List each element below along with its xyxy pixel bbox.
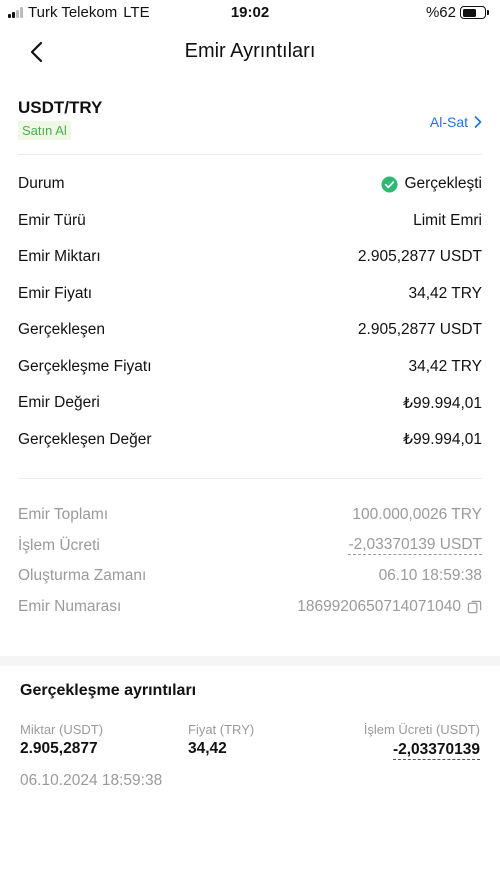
- fills-title: Gerçekleşme ayrıntıları: [20, 682, 197, 699]
- detail-label: Emir Değeri: [18, 394, 100, 412]
- pair-header: USDT/TRY Satın Al Al-Sat: [18, 98, 482, 146]
- detail-label: Gerçekleşen: [18, 321, 106, 339]
- detail-value: 2.905,2877 USDT: [357, 248, 482, 266]
- summary-label: Emir Numarası: [18, 597, 122, 615]
- status-bar-right: %62: [425, 4, 489, 21]
- check-circle-icon: [381, 176, 398, 193]
- detail-row: Emir Türü Limit Emri: [18, 203, 482, 240]
- detail-row: Emir Değeri ₺99.994,01: [18, 385, 482, 422]
- copy-icon[interactable]: [467, 599, 482, 614]
- status-bar: Turk Telekom LTE 19:02 %62: [0, 0, 500, 28]
- summary-row: Emir Numarası 1869920650714071040: [18, 592, 482, 623]
- divider: [18, 478, 482, 479]
- fee-value[interactable]: -2,03370139 USDT: [348, 536, 482, 556]
- detail-label: Emir Fiyatı: [18, 284, 93, 302]
- summary-row: Oluşturma Zamanı 06.10 18:59:38: [18, 561, 482, 592]
- detail-row-status: Durum Gerçekleşti: [18, 166, 482, 203]
- detail-label: Gerçekleşme Fiyatı: [18, 357, 152, 375]
- nav-bar: Emir Ayrıntıları: [0, 30, 500, 74]
- order-details: Durum Gerçekleşti Emir Türü Limit Emri E…: [18, 166, 482, 458]
- page-title: Emir Ayrıntıları: [184, 40, 316, 62]
- detail-row: Gerçekleşen Değer ₺99.994,01: [18, 422, 482, 459]
- detail-row: Gerçekleşme Fiyatı 34,42 TRY: [18, 349, 482, 386]
- summary-value: 06.10 18:59:38: [378, 567, 482, 585]
- fills-header-price: Fiyat (TRY): [188, 722, 255, 737]
- detail-label: Emir Türü: [18, 211, 86, 229]
- detail-value: ₺99.994,01: [403, 394, 482, 412]
- battery-icon: [460, 6, 489, 19]
- fills-header: Miktar (USDT) Fiyat (TRY) İşlem Ücreti (…: [20, 722, 480, 740]
- battery-level: [462, 8, 476, 17]
- fill-date: 06.10.2024 18:59:38: [20, 772, 163, 789]
- order-number-value: 1869920650714071040: [297, 597, 461, 615]
- summary-label: İşlem Ücreti: [18, 536, 100, 554]
- detail-label: Durum: [18, 175, 65, 193]
- detail-row: Emir Miktarı 2.905,2877 USDT: [18, 239, 482, 276]
- detail-label: Emir Miktarı: [18, 248, 101, 266]
- detail-value: Limit Emri: [413, 211, 482, 229]
- detail-value: Gerçekleşti: [404, 175, 482, 193]
- fill-fee[interactable]: -2,03370139: [392, 740, 480, 760]
- summary-value: 100.000,0026 TRY: [352, 506, 482, 524]
- fill-row: 2.905,2877 34,42 -2,03370139: [20, 740, 480, 762]
- fill-price: 34,42: [188, 740, 227, 757]
- summary-row: İşlem Ücreti -2,03370139 USDT: [18, 531, 482, 562]
- detail-row: Emir Fiyatı 34,42 TRY: [18, 276, 482, 313]
- detail-value: 34,42 TRY: [408, 357, 482, 375]
- order-summary: Emir Toplamı 100.000,0026 TRY İşlem Ücre…: [18, 500, 482, 622]
- status-value: Gerçekleşti: [381, 175, 482, 193]
- detail-label: Gerçekleşen Değer: [18, 430, 152, 448]
- pair-symbol: USDT/TRY: [18, 98, 103, 117]
- battery-percent: %62: [425, 4, 456, 21]
- summary-label: Emir Toplamı: [18, 506, 109, 524]
- fills-header-fee: İşlem Ücreti (USDT): [363, 722, 480, 737]
- divider: [18, 154, 482, 155]
- fill-amount: 2.905,2877: [20, 740, 98, 757]
- section-separator: [0, 656, 500, 666]
- detail-value: 2.905,2877 USDT: [357, 321, 482, 339]
- detail-value: 34,42 TRY: [408, 284, 482, 302]
- trade-link[interactable]: Al-Sat: [430, 114, 482, 130]
- side-badge: Satın Al: [18, 121, 71, 140]
- summary-label: Oluşturma Zamanı: [18, 567, 147, 585]
- summary-row: Emir Toplamı 100.000,0026 TRY: [18, 500, 482, 531]
- detail-row: Gerçekleşen 2.905,2877 USDT: [18, 312, 482, 349]
- fills-header-amount: Miktar (USDT): [20, 722, 104, 737]
- order-number: 1869920650714071040: [297, 598, 482, 616]
- trade-link-label: Al-Sat: [429, 114, 468, 130]
- detail-value: ₺99.994,01: [403, 431, 482, 449]
- chevron-right-icon: [474, 116, 482, 128]
